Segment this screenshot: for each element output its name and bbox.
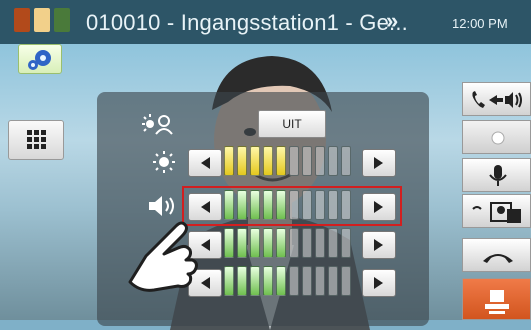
person-light-icon[interactable]: [140, 112, 174, 136]
settings-button[interactable]: [18, 44, 62, 74]
pointing-hand-icon: [128, 221, 198, 292]
unlock-button[interactable]: [462, 278, 531, 320]
keypad-icon: [27, 130, 46, 149]
status-indicators: [14, 8, 78, 32]
brightness-level-segment: [250, 146, 260, 176]
mic-volume-level-bar[interactable]: [224, 228, 360, 258]
mic-volume-level-segment: [289, 228, 299, 258]
microphone-button[interactable]: [462, 158, 531, 192]
brightness-level-segment: [237, 146, 247, 176]
gear-icon: [28, 50, 51, 70]
transfer-icon: [472, 202, 521, 223]
mic-volume-increase-button[interactable]: [362, 231, 396, 259]
brightness-decrease-button[interactable]: [188, 149, 222, 177]
brightness-level-segment: [302, 146, 312, 176]
ring-volume-level-bar[interactable]: [224, 266, 360, 296]
status-indicator-red: [14, 8, 30, 32]
ring-volume-level-segment: [341, 266, 351, 296]
mic-volume-level-segment: [263, 228, 273, 258]
status-indicator-green: [54, 8, 70, 32]
brightness-level-segment: [224, 146, 234, 176]
sun-icon: [153, 151, 175, 173]
title-bar: 010010 - Ingangsstation1 - Ge... » 12:00…: [0, 0, 531, 44]
hangup-icon: [483, 254, 513, 263]
mic-volume-level-segment: [341, 228, 351, 258]
mic-volume-level-segment: [250, 228, 260, 258]
record-icon: [491, 131, 505, 145]
microphone-icon: [489, 165, 507, 186]
ring-volume-level-segment: [315, 266, 325, 296]
brightness-level-segment: [341, 146, 351, 176]
mic-volume-level-segment: [237, 228, 247, 258]
ring-volume-level-segment: [328, 266, 338, 296]
status-indicator-yellow: [34, 8, 50, 32]
station-title: 010010 - Ingangsstation1 - Ge...: [86, 10, 408, 35]
mic-volume-level-segment: [302, 228, 312, 258]
ring-volume-level-segment: [224, 266, 234, 296]
clock-time: 12:00 PM: [452, 16, 508, 31]
mic-volume-level-segment: [276, 228, 286, 258]
transfer-button[interactable]: [462, 194, 531, 228]
right-action-column: [462, 82, 531, 320]
ring-volume-level-segment: [276, 266, 286, 296]
unlock-icon: [485, 290, 509, 314]
keypad-button[interactable]: [8, 120, 64, 160]
ring-volume-level-segment: [237, 266, 247, 296]
brightness-level-bar[interactable]: [224, 146, 360, 176]
mic-volume-level-segment: [315, 228, 325, 258]
highlight-selection-box: [182, 186, 402, 226]
call-speaker-button[interactable]: [462, 82, 531, 116]
ring-volume-level-segment: [263, 266, 273, 296]
brightness-increase-button[interactable]: [362, 149, 396, 177]
ring-volume-increase-button[interactable]: [362, 269, 396, 297]
record-button[interactable]: [462, 120, 531, 154]
mic-volume-level-segment: [328, 228, 338, 258]
ring-volume-level-segment: [289, 266, 299, 296]
mic-volume-level-segment: [224, 228, 234, 258]
brightness-level-segment: [263, 146, 273, 176]
double-chevron-right-icon[interactable]: »: [386, 8, 398, 34]
ring-volume-level-segment: [250, 266, 260, 296]
brightness-level-segment: [289, 146, 299, 176]
call-speaker-icon: [472, 91, 522, 108]
brightness-level-segment: [276, 146, 286, 176]
hangup-button[interactable]: [462, 238, 531, 272]
brightness-level-segment: [315, 146, 325, 176]
ring-volume-level-segment: [302, 266, 312, 296]
uit-button[interactable]: UIT: [258, 110, 326, 138]
brightness-level-segment: [328, 146, 338, 176]
